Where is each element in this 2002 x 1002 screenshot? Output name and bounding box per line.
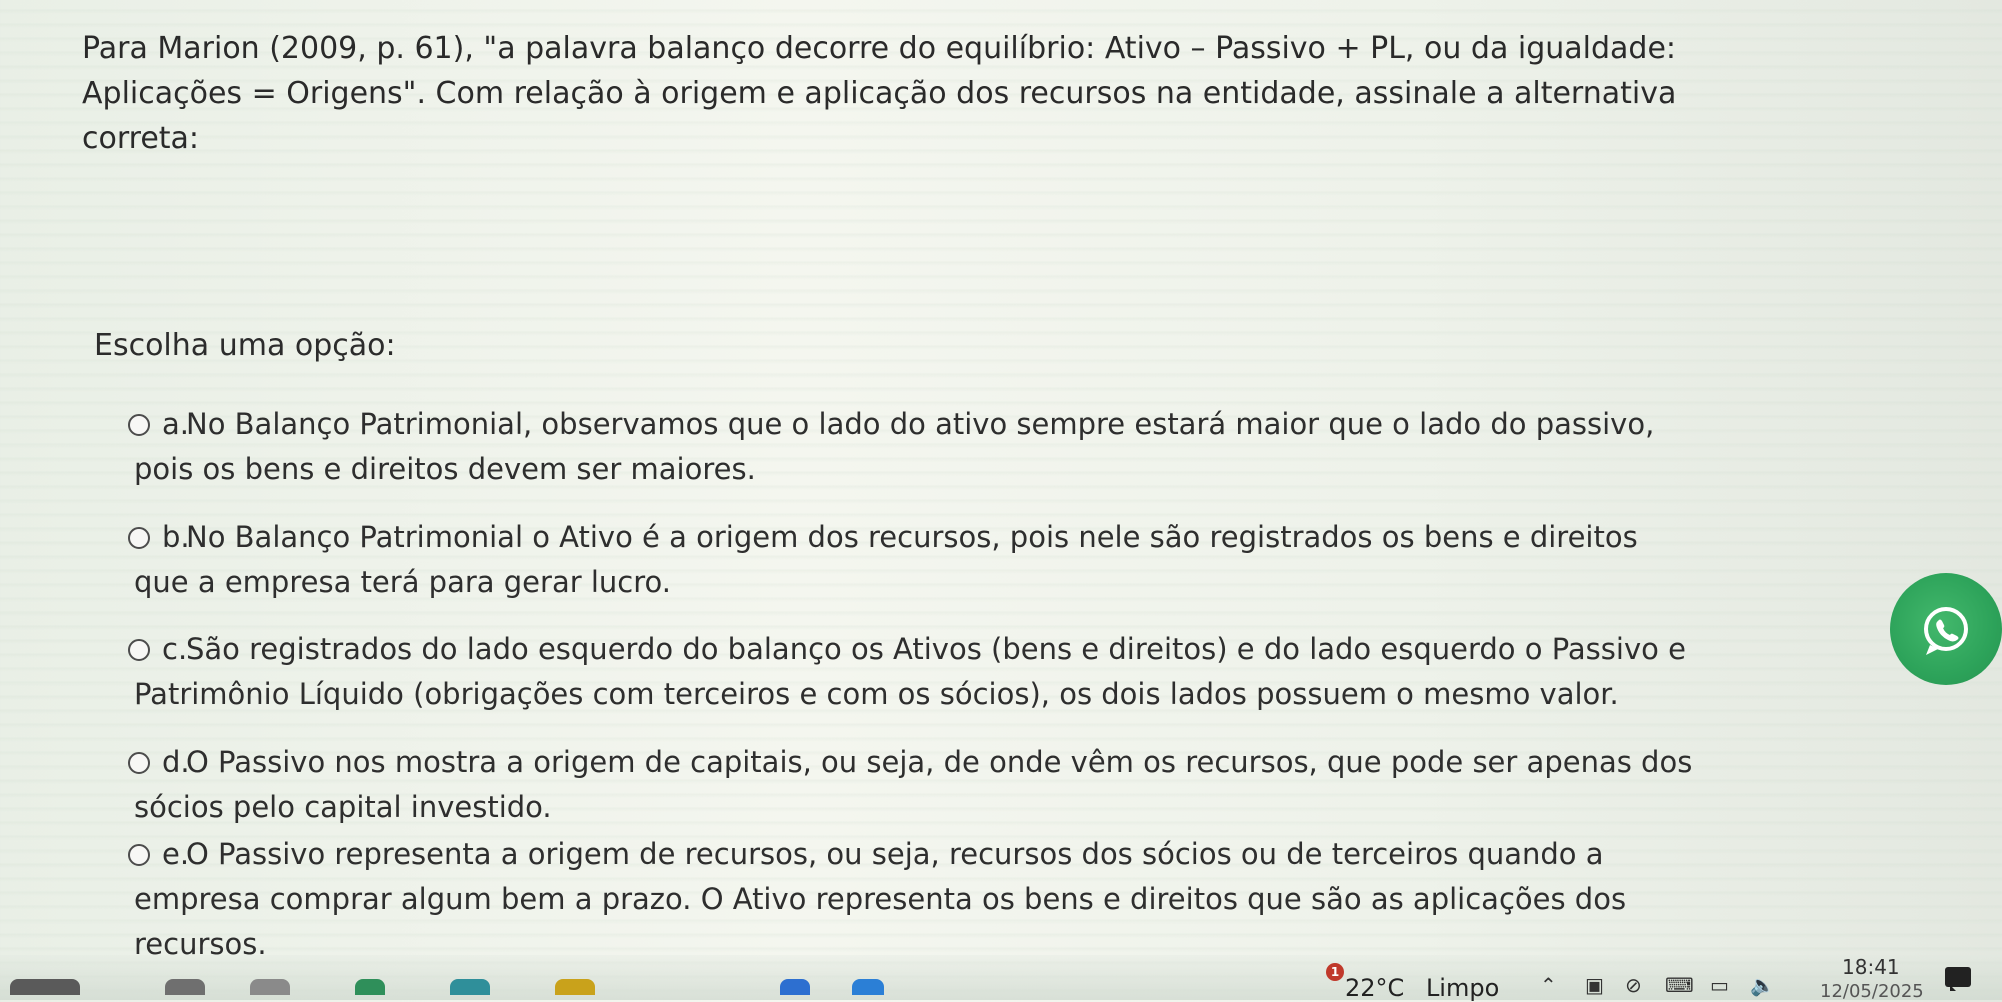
question-line-1: Para Marion (2009, p. 61), "a palavra ba… (82, 31, 1677, 66)
option-text-line-2: empresa comprar algum bem a prazo. O Ati… (134, 882, 1627, 916)
speaker-icon[interactable]: 🔈 (1750, 973, 1775, 997)
option-text-line-1: O Passivo representa a origem de recurso… (186, 837, 1604, 871)
whatsapp-icon (1924, 607, 1968, 655)
option-text-line-2: pois os bens e direitos devem ser maiore… (134, 452, 756, 486)
whatsapp-chat-button[interactable] (1890, 573, 2002, 685)
option-text-line-1: O Passivo nos mostra a origem de capitai… (186, 745, 1693, 779)
camera-icon[interactable]: ▣ (1585, 973, 1604, 997)
option-text-line-2: que a empresa terá para gerar lucro. (134, 565, 671, 599)
taskbar-app-icon[interactable] (355, 979, 385, 995)
option-letter: a. (162, 407, 189, 441)
monitor-icon[interactable]: ▭ (1710, 973, 1729, 997)
chevron-up-icon[interactable]: ⌃ (1540, 973, 1557, 997)
option-text-line-1: No Balanço Patrimonial o Ativo é a orige… (186, 520, 1638, 554)
radio-button[interactable] (128, 844, 150, 866)
option-text-line-2: sócios pelo capital investido. (134, 790, 552, 824)
taskbar-app-icon[interactable] (450, 979, 490, 995)
weather-condition: Limpo (1425, 974, 1500, 1002)
weather-alert-badge: 1 (1326, 963, 1344, 981)
taskbar-app-icon[interactable] (250, 979, 290, 995)
weather-widget[interactable]: 22°C Limpo (1345, 974, 1499, 1002)
option-c[interactable]: c. São registrados do lado esquerdo do b… (128, 627, 1748, 717)
taskbar-app-icon[interactable] (852, 979, 884, 995)
clock-date[interactable]: 12/05/2025 (1820, 981, 1924, 999)
option-text-line-2: Patrimônio Líquido (obrigações com terce… (134, 677, 1619, 711)
radio-button[interactable] (128, 527, 150, 549)
question-line-2: Aplicações = Origens". Com relação à ori… (82, 76, 1677, 111)
option-letter: b. (162, 520, 190, 554)
choose-option-label: Escolha uma opção: (94, 328, 396, 363)
radio-button[interactable] (128, 639, 150, 661)
cloud-off-icon[interactable]: ⊘ (1625, 973, 1642, 997)
option-letter: c. (162, 632, 188, 666)
radio-button[interactable] (128, 752, 150, 774)
taskbar-app-icon[interactable] (780, 979, 810, 995)
taskbar: 1 22°C Limpo ⌃ ▣ ⊘ ⌨ ▭ 🔈 18:41 12/05/202… (0, 955, 2002, 1002)
option-letter: d. (162, 745, 190, 779)
option-e[interactable]: e. O Passivo representa a origem de recu… (128, 832, 1748, 967)
option-a[interactable]: a. No Balanço Patrimonial, observamos qu… (128, 402, 1748, 492)
notification-icon[interactable] (1945, 967, 1971, 991)
question-line-3: correta: (82, 121, 200, 156)
taskbar-app-icon[interactable] (10, 979, 80, 995)
option-text-line-1: No Balanço Patrimonial, observamos que o… (186, 407, 1655, 441)
taskbar-app-icon[interactable] (165, 979, 205, 995)
radio-button[interactable] (128, 414, 150, 436)
option-text-line-1: São registrados do lado esquerdo do bala… (186, 632, 1686, 666)
clock-time[interactable]: 18:41 (1842, 955, 1900, 979)
question-text: Para Marion (2009, p. 61), "a palavra ba… (82, 26, 1732, 161)
keyboard-icon[interactable]: ⌨ (1665, 973, 1694, 997)
taskbar-app-icon[interactable] (555, 979, 595, 995)
option-letter: e. (162, 837, 190, 871)
option-b[interactable]: b. No Balanço Patrimonial o Ativo é a or… (128, 515, 1748, 605)
weather-temp: 22°C (1345, 974, 1405, 1002)
option-d[interactable]: d. O Passivo nos mostra a origem de capi… (128, 740, 1748, 830)
